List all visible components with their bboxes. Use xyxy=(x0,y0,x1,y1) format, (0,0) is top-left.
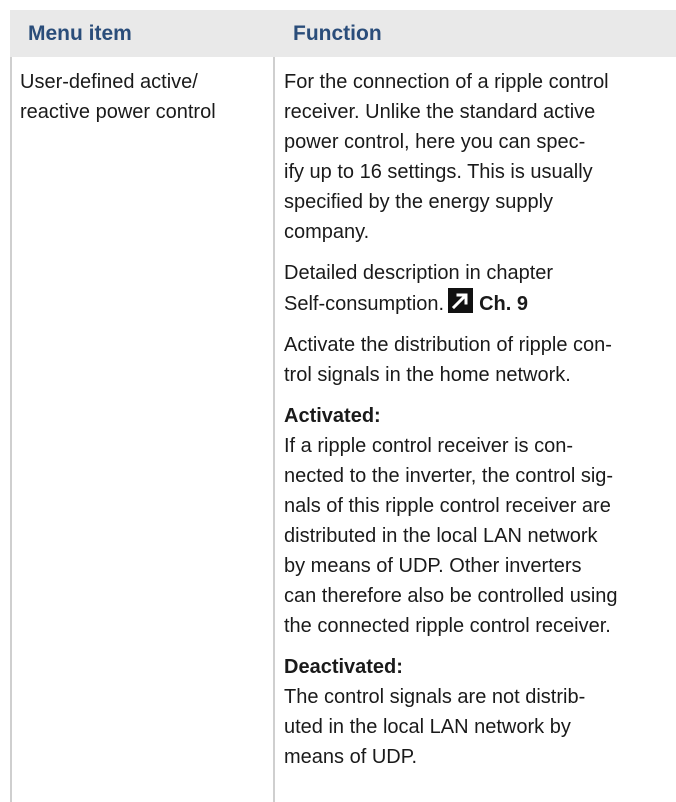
deactivated-label: Deactivated: xyxy=(284,656,403,678)
header-menu-item: Menu item xyxy=(28,22,132,45)
activated-label: Activated: xyxy=(284,405,381,427)
reference-arrow-icon xyxy=(448,288,474,313)
menu-item-cell: User-defined active/ reactive power cont… xyxy=(20,67,260,127)
function-table: Menu item Function User-defined active/ … xyxy=(0,0,676,802)
left-border xyxy=(10,57,12,802)
chapter-ref-link[interactable]: Ch. 9 xyxy=(479,293,528,315)
activate-description: Activate the distribution of ripple con-… xyxy=(284,334,612,386)
activated-section: Activated: If a ripple control receiver … xyxy=(284,401,676,641)
chapter-reference: Detailed description in chapter Self-con… xyxy=(284,262,554,315)
table-header: Menu item Function xyxy=(10,10,676,57)
column-divider xyxy=(273,57,275,802)
function-intro: For the connection of a ripple control r… xyxy=(284,71,609,243)
deactivated-section: Deactivated: The control signals are not… xyxy=(284,652,676,772)
menu-item-line: reactive power control xyxy=(20,101,216,123)
header-function: Function xyxy=(293,22,382,45)
function-cell: For the connection of a ripple control r… xyxy=(284,67,676,772)
menu-item-line: User-defined active/ xyxy=(20,71,198,93)
